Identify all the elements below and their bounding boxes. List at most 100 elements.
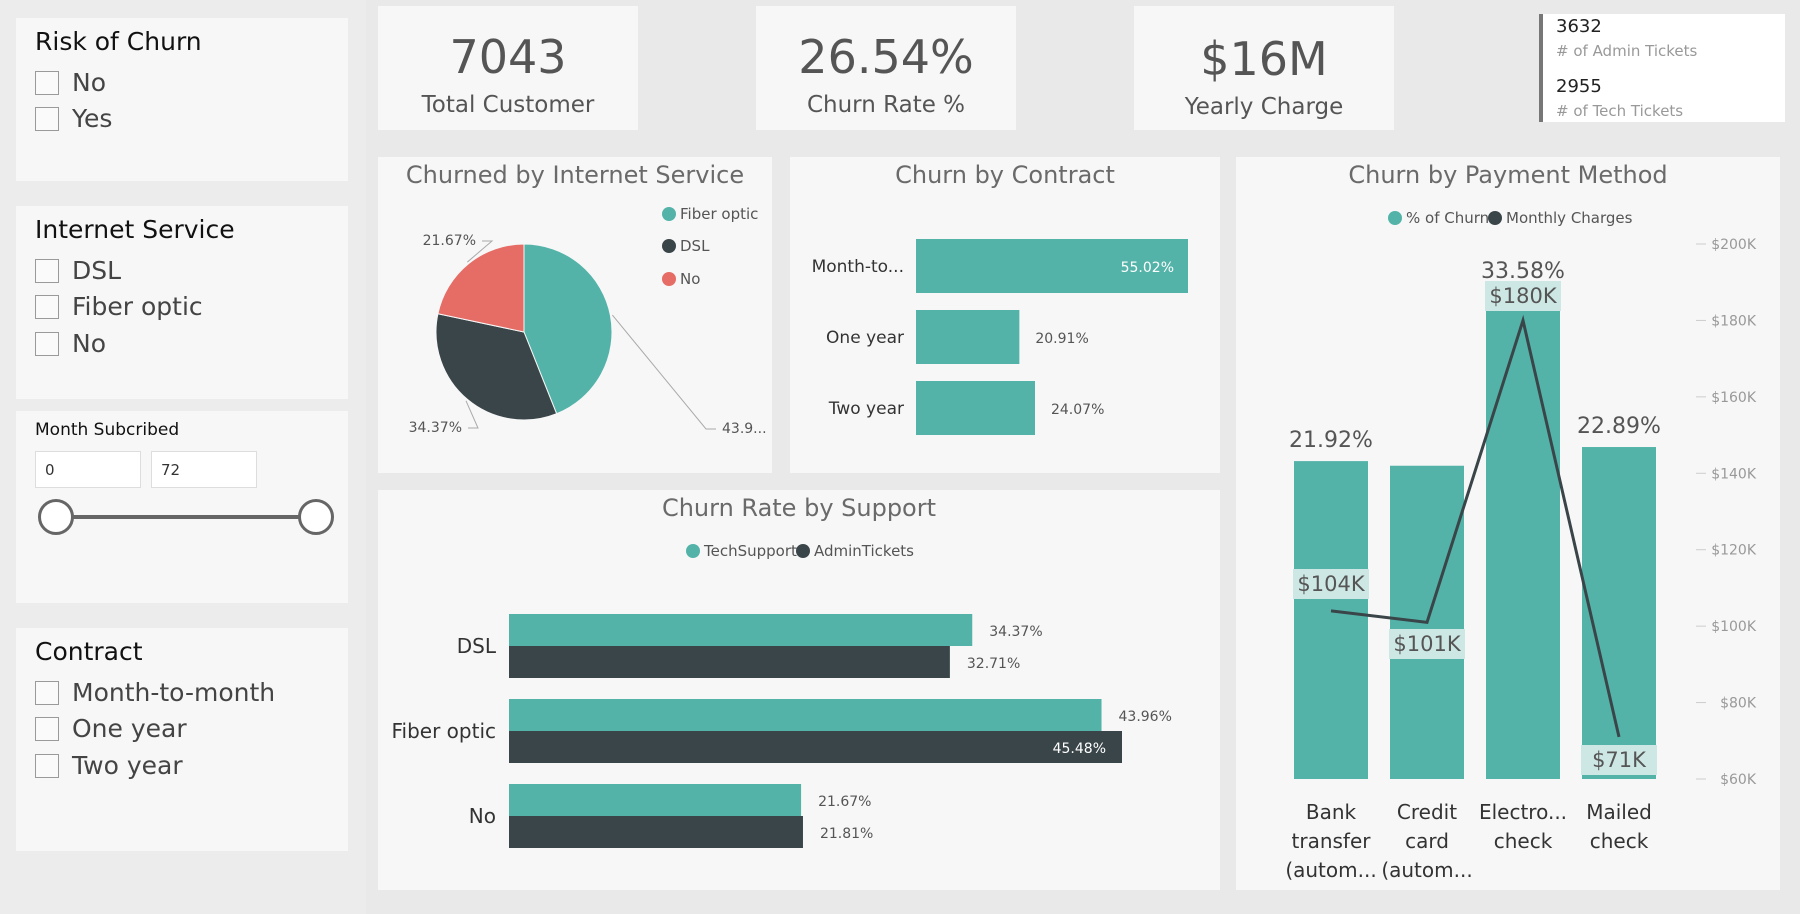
line-data-label: $71K bbox=[1592, 748, 1647, 772]
month-slider-min-handle[interactable] bbox=[38, 499, 74, 535]
kpi-value: $16M bbox=[1200, 32, 1328, 86]
internet-option-no[interactable]: No bbox=[35, 329, 106, 358]
payment-category-label: (autom... bbox=[1381, 858, 1472, 882]
month-slider-track[interactable] bbox=[56, 515, 301, 519]
payment-bar bbox=[1486, 292, 1560, 779]
line-data-label: $101K bbox=[1393, 632, 1461, 656]
support-bar bbox=[509, 614, 973, 646]
payment-data-label: 33.58% bbox=[1481, 259, 1565, 284]
kpi-label: Churn Rate % bbox=[806, 92, 966, 118]
risk-slicer: Risk of Churn No Yes bbox=[16, 18, 348, 181]
payment-bar bbox=[1294, 461, 1368, 779]
pie-data-label: 34.37% bbox=[409, 420, 462, 436]
axis-tick-label: $80K bbox=[1720, 696, 1757, 712]
checkbox[interactable] bbox=[35, 753, 59, 778]
contract-bar bbox=[916, 310, 1020, 364]
kpi-label: Yearly Charge bbox=[1184, 94, 1344, 120]
support-category-label: No bbox=[469, 804, 496, 828]
payment-category-label: Electro... bbox=[1479, 800, 1567, 824]
checkbox[interactable] bbox=[35, 294, 59, 319]
tickets-card: 3632 # of Admin Tickets 2955 # of Tech T… bbox=[1539, 14, 1785, 122]
month-max-input[interactable]: 72 bbox=[151, 451, 257, 488]
risk-option-no[interactable]: No bbox=[35, 68, 106, 97]
support-bar bbox=[509, 646, 950, 678]
support-data-label: 45.48% bbox=[1053, 741, 1106, 757]
support-category-label: DSL bbox=[457, 634, 497, 658]
axis-tick-label: $100K bbox=[1711, 619, 1757, 635]
contract-category-label: Month-to... bbox=[812, 257, 904, 277]
checkbox[interactable] bbox=[35, 331, 59, 356]
checkbox[interactable] bbox=[35, 680, 59, 705]
support-bar-chart: DSL 34.37% 32.71% Fiber optic 43.96% 45.48% No… bbox=[391, 614, 1172, 848]
month-slicer-title: Month Subcribed bbox=[35, 420, 180, 440]
contract-data-label: 24.07% bbox=[1051, 402, 1104, 418]
contract-category-label: One year bbox=[826, 328, 904, 348]
payment-category-label: Mailed bbox=[1586, 800, 1652, 824]
axis-tick-label: $180K bbox=[1711, 313, 1757, 329]
payment-combo-chart: $200K $180K $160K $140K $120K $100K $80K $60K 21… bbox=[1279, 237, 1757, 882]
kpi-churn-rate: 26.54% Churn Rate % bbox=[756, 6, 1016, 130]
checkbox[interactable] bbox=[35, 716, 59, 741]
month-min-input[interactable]: 0 bbox=[35, 451, 141, 488]
internet-option-dsl[interactable]: DSL bbox=[35, 256, 121, 285]
axis-tick-label: $120K bbox=[1711, 543, 1757, 559]
monthly-charges-line bbox=[1330, 314, 1621, 738]
contract-option-month[interactable]: Month-to-month bbox=[35, 678, 275, 707]
contract-bar-chart: Month-to... 55.02% One year 20.91% Two year 2… bbox=[812, 239, 1188, 435]
internet-service-slicer: Internet Service DSL Fiber optic No bbox=[16, 206, 348, 399]
contract-data-label: 20.91% bbox=[1035, 331, 1088, 347]
axis-tick-label: $60K bbox=[1720, 772, 1757, 788]
internet-slicer-title: Internet Service bbox=[35, 215, 235, 244]
kpi-total-customer: 7043 Total Customer bbox=[378, 6, 638, 130]
contract-option-two-year[interactable]: Two year bbox=[35, 751, 183, 780]
internet-option-fiber[interactable]: Fiber optic bbox=[35, 292, 203, 321]
risk-option-yes[interactable]: Yes bbox=[35, 104, 112, 133]
pie-data-label: 21.67% bbox=[423, 233, 476, 249]
checkbox[interactable] bbox=[35, 258, 59, 283]
pie-data-label: 43.9... bbox=[722, 421, 767, 437]
support-data-label: 21.81% bbox=[820, 826, 873, 842]
admin-tickets-value: 3632 bbox=[1556, 16, 1602, 37]
support-bar bbox=[509, 784, 802, 816]
payment-category-label: Credit bbox=[1397, 800, 1457, 824]
payment-category-label: transfer bbox=[1292, 829, 1372, 853]
line-data-label: $104K bbox=[1297, 572, 1365, 596]
pie-leader-line bbox=[611, 314, 716, 430]
support-data-label: 43.96% bbox=[1119, 709, 1172, 725]
axis-tick-label: $200K bbox=[1711, 237, 1757, 253]
axis-tick-label: $160K bbox=[1711, 390, 1757, 406]
support-bar bbox=[509, 816, 803, 848]
admin-tickets-label: # of Admin Tickets bbox=[1556, 42, 1698, 60]
payment-category-label: check bbox=[1494, 829, 1553, 853]
checkbox[interactable] bbox=[35, 70, 59, 95]
support-category-label: Fiber optic bbox=[391, 719, 496, 743]
line-data-label: $180K bbox=[1489, 284, 1557, 308]
payment-category-label: (autom... bbox=[1285, 858, 1376, 882]
payment-category-label: Bank bbox=[1306, 800, 1357, 824]
contract-bar bbox=[916, 381, 1035, 435]
risk-slicer-title: Risk of Churn bbox=[35, 27, 202, 56]
tech-tickets-value: 2955 bbox=[1556, 76, 1602, 97]
contract-bar-panel: Churn by Contract Month-to... 55.02% One y… bbox=[790, 157, 1220, 473]
support-bar bbox=[509, 699, 1102, 731]
support-data-label: 34.37% bbox=[989, 624, 1042, 640]
contract-slicer: Contract Month-to-month One year Two yea… bbox=[16, 628, 348, 851]
contract-category-label: Two year bbox=[828, 399, 904, 419]
payment-bar bbox=[1582, 447, 1656, 779]
contract-data-label: 55.02% bbox=[1121, 260, 1174, 276]
pie-chart: 43.9... 34.37% 21.67% bbox=[409, 233, 767, 437]
support-bar bbox=[509, 731, 1122, 763]
month-slider-max-handle[interactable] bbox=[298, 499, 334, 535]
month-slicer: Month Subcribed 0 72 bbox=[16, 411, 348, 603]
checkbox[interactable] bbox=[35, 106, 59, 131]
support-data-label: 21.67% bbox=[818, 794, 871, 810]
kpi-label: Total Customer bbox=[421, 92, 595, 118]
contract-option-one-year[interactable]: One year bbox=[35, 714, 187, 743]
support-data-label: 32.71% bbox=[967, 656, 1020, 672]
internet-service-pie-panel: Churned by Internet Service Fiber optic … bbox=[378, 157, 772, 473]
payment-category-label: check bbox=[1590, 829, 1649, 853]
payment-data-label: 22.89% bbox=[1577, 414, 1661, 439]
payment-category-label: card bbox=[1405, 829, 1449, 853]
kpi-value: 26.54% bbox=[798, 30, 974, 84]
payment-method-panel: Churn by Payment Method % of Churn Month… bbox=[1236, 157, 1780, 890]
